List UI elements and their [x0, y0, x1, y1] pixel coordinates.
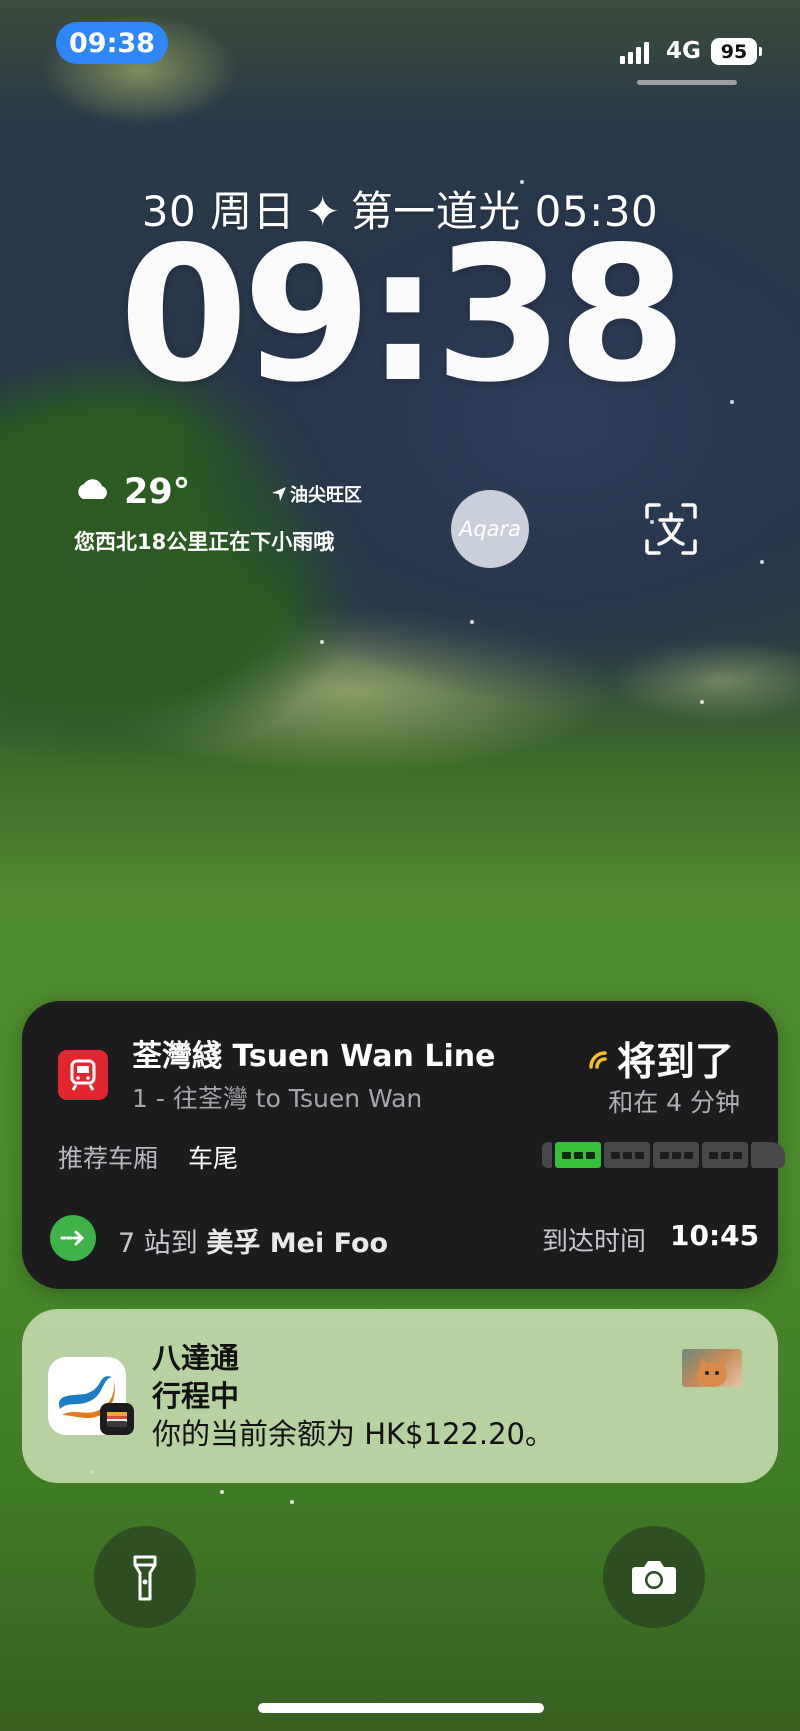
recommended-car-label: 推荐车厢: [58, 1144, 159, 1173]
wallpaper-speck: [760, 560, 764, 564]
arrival-time-label: 到达时间: [542, 1227, 647, 1257]
wallpaper-speck: [220, 1490, 224, 1494]
stops-to-destination: 7 站到 美孚 Mei Foo: [118, 1221, 388, 1260]
aqara-label: Aqara: [458, 517, 522, 541]
location-arrow-icon: [272, 487, 286, 501]
aqara-widget[interactable]: Aqara: [451, 490, 529, 568]
train-head: [751, 1142, 785, 1168]
network-type: 4G: [666, 38, 701, 64]
battery-level: 95: [720, 40, 748, 63]
arrival-arrow-icon: [50, 1215, 96, 1261]
train-car: [604, 1142, 650, 1168]
wallpaper-speck: [290, 1500, 294, 1504]
camera-button[interactable]: [603, 1526, 705, 1628]
mtr-train-icon: [58, 1050, 108, 1100]
wallet-badge-icon: [100, 1403, 134, 1435]
wallpaper-speck: [700, 700, 704, 704]
cloud-icon: [78, 479, 107, 499]
camera-icon: [632, 1561, 676, 1594]
flashlight-icon: [133, 1555, 157, 1601]
home-indicator[interactable]: [258, 1703, 544, 1713]
temperature: 29°: [124, 472, 191, 512]
train-tail: [542, 1142, 552, 1168]
wallpaper-speck: [470, 620, 474, 624]
notification-subtitle: 行程中: [152, 1379, 240, 1413]
flashlight-button[interactable]: [94, 1526, 196, 1628]
arrival-status: 将到了: [587, 1031, 734, 1087]
arrival-time-value: 10:45: [670, 1219, 760, 1252]
destination-station: 美孚 Mei Foo: [206, 1228, 389, 1259]
status-bar-indicator: [637, 80, 737, 85]
arrival-eta: 和在 4 分钟: [608, 1088, 740, 1117]
line-name: 荃灣綫 Tsuen Wan Line: [132, 1039, 496, 1074]
train-car-recommended: [555, 1142, 601, 1168]
arrival-status-label: 将到了: [616, 1040, 734, 1085]
recommended-car-value: 车尾: [188, 1144, 239, 1173]
notification-thumbnail: [682, 1349, 742, 1387]
train-direction: 1 - 往荃灣 to Tsuen Wan: [132, 1084, 423, 1113]
stops-count: 7 站到: [118, 1228, 198, 1259]
wallpaper-speck: [320, 640, 324, 644]
octopus-notification[interactable]: 八達通 行程中 你的当前余额为 HK$122.20。: [22, 1309, 778, 1483]
signal-icon: [620, 40, 654, 64]
train-car: [702, 1142, 748, 1168]
weather-forecast: 您西北18公里正在下小雨哦: [74, 530, 335, 554]
train-car: [653, 1142, 699, 1168]
translate-icon[interactable]: [644, 502, 698, 556]
live-signal-icon: [589, 1051, 607, 1069]
lock-clock: 09:38: [118, 206, 687, 423]
battery-icon: 95: [711, 38, 762, 65]
train-car-diagram: [542, 1141, 785, 1169]
notification-title: 八達通: [152, 1341, 240, 1375]
status-time-pill[interactable]: 09:38: [56, 22, 168, 64]
mtr-live-activity[interactable]: 荃灣綫 Tsuen Wan Line 1 - 往荃灣 to Tsuen Wan …: [22, 1001, 785, 1289]
notification-body: 你的当前余额为 HK$122.20。: [152, 1417, 554, 1451]
weather-location: 油尖旺区: [290, 485, 362, 506]
